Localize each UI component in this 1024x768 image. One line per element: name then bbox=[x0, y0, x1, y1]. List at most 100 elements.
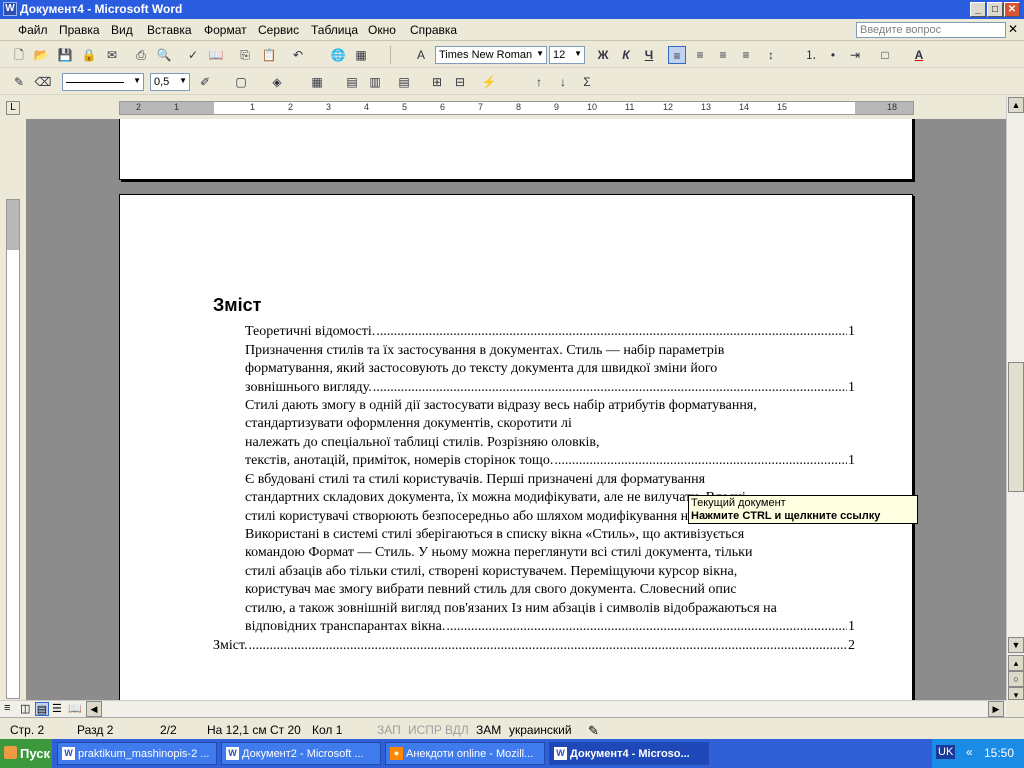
align-left-button[interactable]: ≡ bbox=[668, 46, 686, 64]
close-button[interactable]: ✕ bbox=[1004, 2, 1020, 17]
bold-button[interactable]: Ж bbox=[594, 46, 612, 64]
print-layout-view-icon[interactable]: ▤ bbox=[35, 702, 49, 716]
font-size-select[interactable]: 12 ▼ bbox=[549, 46, 585, 64]
word-app-icon[interactable]: W bbox=[3, 2, 17, 16]
underline-button[interactable]: Ч bbox=[640, 46, 658, 64]
taskbar-item[interactable]: W Документ2 - Microsoft ... bbox=[221, 742, 381, 765]
reading-view-icon[interactable]: 📖 bbox=[68, 702, 82, 715]
line-weight-select[interactable]: 0,5 ▼ bbox=[150, 73, 190, 91]
open-icon[interactable]: 📂 bbox=[32, 46, 50, 64]
print-icon[interactable]: ⎙ bbox=[132, 46, 150, 64]
toc-entry[interactable]: Зміст.2 bbox=[213, 637, 855, 655]
new-document-icon[interactable]: 🗋 bbox=[10, 46, 28, 64]
menu-file[interactable]: Файл bbox=[18, 23, 48, 37]
document-area[interactable]: Зміст Теоретичні відомості.1 Призначення… bbox=[26, 119, 1006, 700]
spelling-status-icon[interactable]: ✎ bbox=[588, 723, 599, 739]
align-center-button[interactable]: ≡ bbox=[691, 46, 709, 64]
close-doc-icon[interactable]: ✕ bbox=[1008, 22, 1018, 36]
draw-table-icon[interactable]: ✎ bbox=[10, 73, 28, 91]
shading-color-icon[interactable]: ◈ bbox=[268, 73, 286, 91]
indent-icon[interactable]: ⇥ bbox=[846, 46, 864, 64]
menu-help[interactable]: Справка bbox=[410, 23, 457, 37]
maximize-button[interactable]: □ bbox=[987, 2, 1003, 17]
hyperlink-icon[interactable]: 🌐 bbox=[329, 46, 347, 64]
border-color-icon[interactable]: ✐ bbox=[196, 73, 214, 91]
status-record[interactable]: ЗАП bbox=[377, 723, 401, 737]
status-track-changes[interactable]: ИСПР bbox=[408, 723, 442, 737]
scroll-right-icon[interactable]: ▶ bbox=[988, 701, 1004, 717]
distribute-columns-icon[interactable]: ⊟ bbox=[451, 73, 469, 91]
menu-table[interactable]: Таблица bbox=[311, 23, 358, 37]
font-name-select[interactable]: Times New Roman ▼ bbox=[435, 46, 547, 64]
scroll-up-icon[interactable]: ▲ bbox=[1008, 97, 1024, 113]
scroll-thumb[interactable] bbox=[1008, 362, 1024, 492]
menu-format[interactable]: Формат bbox=[204, 23, 247, 37]
outside-border-icon[interactable]: ▢ bbox=[232, 73, 250, 91]
spelling-icon[interactable]: ✓ bbox=[184, 46, 202, 64]
save-icon[interactable]: 💾 bbox=[56, 46, 74, 64]
align-cell-icon[interactable]: ▤ bbox=[395, 73, 413, 91]
sort-ascending-icon[interactable]: ↑ bbox=[530, 73, 548, 91]
web-view-icon[interactable]: ◫ bbox=[20, 702, 30, 715]
horizontal-scrollbar[interactable]: ≡ ◫ ▤ ☰ 📖 ◀ ▶ bbox=[0, 700, 1006, 717]
ask-question-input[interactable]: Введите вопрос bbox=[856, 22, 1006, 38]
normal-view-icon[interactable]: ≡ bbox=[4, 702, 10, 714]
tables-icon[interactable]: ▦ bbox=[352, 46, 370, 64]
sort-descending-icon[interactable]: ↓ bbox=[554, 73, 572, 91]
toc-entry[interactable]: Стилі дають змогу в одній дії застосуват… bbox=[245, 397, 855, 471]
status-extend[interactable]: ВДЛ bbox=[445, 723, 469, 737]
email-icon[interactable]: ✉ bbox=[103, 46, 121, 64]
align-right-button[interactable]: ≡ bbox=[714, 46, 732, 64]
bullets-icon[interactable]: • bbox=[824, 46, 842, 64]
numbering-icon[interactable]: ⒈ bbox=[802, 46, 820, 64]
distribute-rows-icon[interactable]: ⊞ bbox=[428, 73, 446, 91]
eraser-icon[interactable]: ⌫ bbox=[34, 73, 52, 91]
split-cells-icon[interactable]: ▥ bbox=[366, 73, 384, 91]
menu-tools[interactable]: Сервис bbox=[258, 23, 299, 37]
horizontal-ruler[interactable]: L 2 1 1 2 3 4 5 6 7 8 9 10 11 12 13 14 1… bbox=[0, 97, 1024, 119]
menu-edit[interactable]: Правка bbox=[59, 23, 100, 37]
tab-selector-icon[interactable]: L bbox=[6, 101, 20, 115]
borders-icon[interactable]: □ bbox=[876, 46, 894, 64]
font-color-icon[interactable]: A bbox=[910, 46, 928, 64]
autosum-icon[interactable]: Σ bbox=[578, 73, 596, 91]
print-preview-icon[interactable]: 🔍 bbox=[155, 46, 173, 64]
language-indicator[interactable]: UK bbox=[936, 745, 956, 759]
toc-entry[interactable]: Використані в системі стилі зберігаються… bbox=[245, 526, 855, 636]
toc-entry[interactable]: Призначення стилів та їх застосування в … bbox=[245, 342, 855, 397]
vertical-scrollbar[interactable]: ▲ ▼ ▴ ○ ▾ bbox=[1006, 97, 1024, 700]
previous-page-icon[interactable]: ▴ bbox=[1008, 655, 1024, 671]
vertical-ruler[interactable] bbox=[0, 119, 26, 700]
scroll-left-icon[interactable]: ◀ bbox=[86, 701, 102, 717]
italic-button[interactable]: К bbox=[617, 46, 635, 64]
undo-icon[interactable]: ↶ bbox=[289, 46, 307, 64]
next-page-icon[interactable]: ▾ bbox=[1008, 687, 1024, 700]
line-spacing-icon[interactable]: ↕ bbox=[762, 46, 780, 64]
paste-icon[interactable]: 📋 bbox=[260, 46, 278, 64]
line-style-select[interactable]: ▼ bbox=[62, 73, 144, 91]
status-language[interactable]: украинский bbox=[509, 723, 572, 737]
styles-icon[interactable]: A bbox=[412, 46, 430, 64]
title-bar: W Документ4 - Microsoft Word _ □ ✕ bbox=[0, 0, 1024, 19]
menu-view[interactable]: Вид bbox=[111, 23, 133, 37]
outline-view-icon[interactable]: ☰ bbox=[52, 702, 62, 715]
status-overtype[interactable]: ЗАМ bbox=[476, 723, 501, 737]
permission-icon[interactable]: 🔒 bbox=[80, 46, 98, 64]
research-icon[interactable]: 📖 bbox=[207, 46, 225, 64]
tray-expand-icon[interactable]: « bbox=[966, 745, 973, 759]
justify-button[interactable]: ≡ bbox=[737, 46, 755, 64]
menu-insert[interactable]: Вставка bbox=[147, 23, 192, 37]
insert-table-icon[interactable]: ▦ bbox=[308, 73, 326, 91]
browse-object-icon[interactable]: ○ bbox=[1008, 671, 1024, 687]
menu-window[interactable]: Окно bbox=[368, 23, 396, 37]
taskbar-item-active[interactable]: W Документ4 - Microso... bbox=[549, 742, 709, 765]
scroll-down-icon[interactable]: ▼ bbox=[1008, 637, 1024, 653]
taskbar-item[interactable]: Wpraktikum_mashinopis-2 ... bbox=[57, 742, 217, 765]
minimize-button[interactable]: _ bbox=[970, 2, 986, 17]
autoformat-icon[interactable]: ⚡ bbox=[480, 73, 498, 91]
start-button[interactable]: Пуск bbox=[0, 739, 52, 768]
toc-entry[interactable]: Теоретичні відомості.1 bbox=[245, 323, 855, 341]
taskbar-item[interactable]: ● Анекдоти online - Mozill... bbox=[385, 742, 545, 765]
merge-cells-icon[interactable]: ▤ bbox=[343, 73, 361, 91]
copy-icon[interactable]: ⎘ bbox=[236, 46, 254, 64]
